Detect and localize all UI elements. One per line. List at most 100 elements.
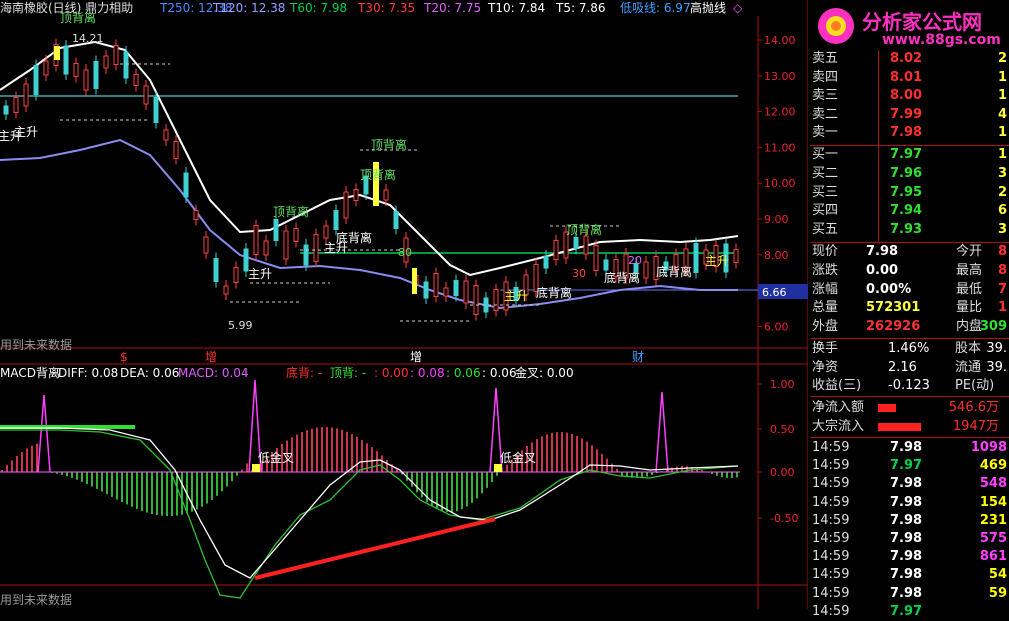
quote-label: 今开 <box>956 244 983 259</box>
quote-row[interactable]: 净资 2.16 流通 39. <box>810 359 1009 377</box>
ann-label: 顶背离 <box>371 137 407 152</box>
ann-label: 主升 <box>705 254 729 268</box>
ask-volume: 1 <box>997 69 1007 85</box>
ask-label: 卖二 <box>812 106 839 122</box>
quote-row[interactable]: 换手 1.46% 股本 39. <box>810 340 1009 358</box>
tick-volume: 861 <box>979 549 1007 565</box>
macd-tick-label: 0.50 <box>770 423 795 436</box>
ann-label: 主升 <box>14 125 38 139</box>
bid-row[interactable]: 买二 7.96 3 <box>810 165 1009 183</box>
ann-number: 20 <box>628 254 642 267</box>
ask-price: 8.00 <box>890 88 923 103</box>
ask-row[interactable]: 卖一 7.98 1 <box>810 124 1009 142</box>
cross-label: 低金叉 <box>258 450 294 465</box>
ask-label: 卖四 <box>812 69 839 85</box>
flow-row[interactable]: 净流入额 546.6万 <box>810 399 1009 417</box>
ma-value-4: T20: 7.75 <box>424 1 482 15</box>
price-tick-label: 11.00 <box>764 141 796 154</box>
macd-dea-line <box>0 427 739 579</box>
quote-row[interactable]: 总量 572301 量比 1 <box>810 299 1009 317</box>
tick-row[interactable]: 14:59 7.98 231 <box>810 512 1009 530</box>
event-marker[interactable]: 财 <box>632 350 644 364</box>
bid-row[interactable]: 买一 7.97 1 <box>810 146 1009 164</box>
tick-row[interactable]: 14:59 7.98 861 <box>810 548 1009 566</box>
quote-label: 净资 <box>812 359 839 375</box>
tick-time: 14:59 <box>812 585 850 601</box>
event-marker[interactable]: 增 <box>410 350 422 364</box>
brand-text: 分析家公式网 <box>862 10 982 34</box>
bid-label: 买五 <box>812 222 839 238</box>
ann-label: 底背离 <box>656 264 692 279</box>
tick-row[interactable]: 14:59 7.98 154 <box>810 494 1009 512</box>
bid-price: 7.97 <box>890 147 923 162</box>
bid-row[interactable]: 买四 7.94 6 <box>810 202 1009 220</box>
kline-chart[interactable]: 14.0013.0012.0011.0010.009.008.007.006.0… <box>0 0 808 609</box>
macd-val3: : 0.06 <box>446 366 481 380</box>
tick-row[interactable]: 14:59 7.98 54 <box>810 566 1009 584</box>
tick-row[interactable]: 14:59 7.98 575 <box>810 530 1009 548</box>
quote-label: 现价 <box>812 244 839 259</box>
macd-tick-label: 1.00 <box>770 378 795 391</box>
quote-label: 内盘 <box>956 319 983 335</box>
bid-label: 买三 <box>812 184 839 200</box>
bid-price: 7.96 <box>890 165 923 181</box>
stock-title[interactable]: 海南橡胶(日线) 鼎力相助 <box>0 1 133 15</box>
quote-label: 量比 <box>956 300 983 316</box>
bid-label: 买四 <box>812 203 839 219</box>
macd-diff-line <box>0 429 739 599</box>
event-marker[interactable]: 增 <box>205 350 217 364</box>
tick-row[interactable]: 14:59 7.98 1098 <box>810 439 1009 457</box>
quote-label: 股本 <box>955 341 982 356</box>
ask-price: 7.98 <box>890 125 923 140</box>
ann-label: 顶背离 <box>273 204 309 219</box>
quote-label: 最高 <box>956 262 983 278</box>
quote-row[interactable]: 外盘 262926 内盘 309 <box>810 318 1009 336</box>
quote-value: -0.123 <box>888 378 930 393</box>
event-marker[interactable]: $ <box>120 350 128 364</box>
macd-tick-label: -0.50 <box>770 512 798 525</box>
tick-row[interactable]: 14:59 7.98 548 <box>810 475 1009 493</box>
divider <box>810 437 1009 438</box>
price-tick-label: 14.00 <box>764 34 796 47</box>
macd-tick-label: 0.00 <box>770 466 795 479</box>
ann-label: 顶背离 <box>360 167 396 182</box>
quote-label: 涨跌 <box>812 262 839 278</box>
quote-label: 外盘 <box>812 319 839 335</box>
ask-row[interactable]: 卖三 8.00 1 <box>810 87 1009 105</box>
low-line-label: 低吸线: 6.97 <box>620 1 691 15</box>
bid-price: 7.94 <box>890 203 923 219</box>
tick-price: 7.98 <box>890 494 923 510</box>
flow-value: 546.6万 <box>948 400 999 415</box>
quote-value: 2.16 <box>888 359 917 375</box>
quote-row[interactable]: 收益(三) -0.123 PE(动) <box>810 377 1009 395</box>
tick-price: 7.97 <box>890 458 923 474</box>
bid-price: 7.93 <box>890 222 923 238</box>
ask-row[interactable]: 卖四 8.01 1 <box>810 69 1009 87</box>
quote-row[interactable]: 现价 7.98 今开 8 <box>810 243 1009 261</box>
diamond-icon[interactable]: ◇ <box>733 1 742 15</box>
tick-volume: 59 <box>988 585 1007 601</box>
bid-row[interactable]: 买三 7.95 2 <box>810 184 1009 202</box>
tick-row[interactable]: 14:59 7.97 469 <box>810 457 1009 475</box>
tick-volume: 54 <box>988 567 1007 583</box>
bid-row[interactable]: 买五 7.93 3 <box>810 221 1009 239</box>
quote-row[interactable]: 涨跌 0.00 最高 8 <box>810 262 1009 280</box>
tick-time: 14:59 <box>812 603 850 619</box>
quote-label: 涨幅 <box>812 281 839 297</box>
quote-value: 8 <box>997 262 1007 278</box>
tick-time: 14:59 <box>812 440 850 455</box>
tick-price: 7.98 <box>890 567 923 583</box>
macd-top-div: 顶背: - <box>330 366 367 380</box>
ann-number: 30 <box>572 267 586 280</box>
flow-value: 1947万 <box>952 419 999 434</box>
ann-number: 80 <box>398 246 412 259</box>
bid-price: 7.95 <box>890 184 923 200</box>
ask-row[interactable]: 卖五 8.02 2 <box>810 50 1009 68</box>
quote-row[interactable]: 涨幅 0.00% 最低 7 <box>810 281 1009 299</box>
tick-row[interactable]: 14:59 7.98 59 <box>810 585 1009 603</box>
tick-row[interactable]: 14:59 7.97 <box>810 603 1009 621</box>
tick-volume: 548 <box>979 476 1007 492</box>
ask-row[interactable]: 卖二 7.99 4 <box>810 106 1009 124</box>
ann-label: 底背离 <box>336 230 372 245</box>
ask-volume: 4 <box>997 106 1007 122</box>
